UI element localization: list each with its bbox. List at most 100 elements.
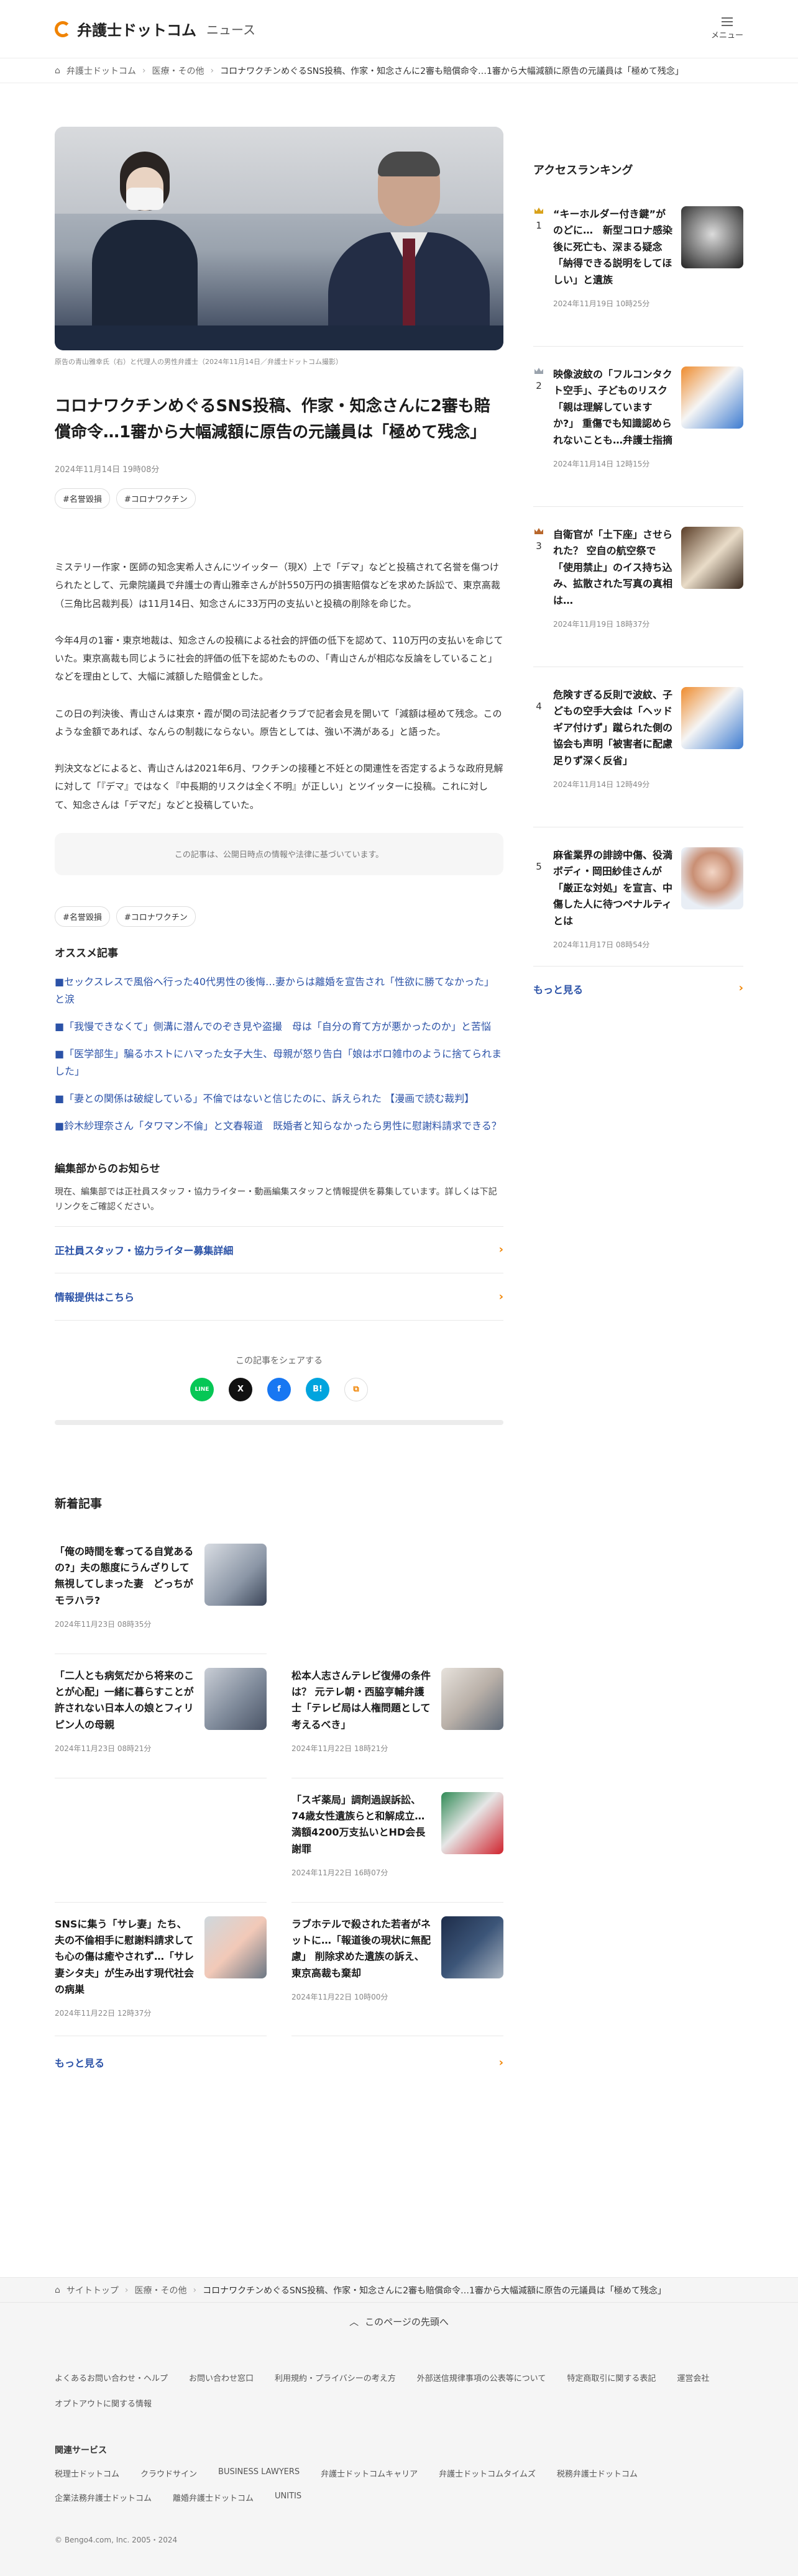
chevron-right-icon: ›: [124, 2285, 129, 2295]
service-link[interactable]: 弁護士ドットコムタイムズ: [439, 2467, 536, 2479]
tag-covid-vaccine[interactable]: #コロナワクチン: [116, 488, 196, 509]
service-link[interactable]: 企業法務弁護士ドットコム: [55, 2492, 152, 2503]
facebook-share-icon[interactable]: f: [267, 1377, 291, 1401]
recommend-link[interactable]: ■セックスレスで風俗へ行った40代男性の後悔…妻からは離婚を宣告され「性欲に勝て…: [55, 973, 503, 1008]
page-top-button[interactable]: ︿ このページの先頭へ: [0, 2302, 798, 2341]
breadcrumb-home[interactable]: 弁護士ドットコム: [66, 65, 136, 77]
more-label: もっと見る: [533, 983, 584, 996]
ranking-date: 2024年11月14日 12時49分: [553, 780, 650, 789]
recruit-link[interactable]: 正社員スタッフ・協力ライター募集詳細 ›: [55, 1226, 503, 1273]
crown-bronze-icon: [534, 528, 543, 534]
new-article-thumbnail: [441, 1916, 503, 1978]
new-article-card[interactable]: ラブホテルで殺された若者がネットに…「報道後の現状に無配慮」 削除求めた遺族の訴…: [291, 1903, 503, 2037]
new-article-card[interactable]: SNSに集う「サレ妻」たち、夫の不倫相手に慰謝料請求しても心の傷は癒やされず…「…: [55, 1903, 267, 2037]
footer-links: よくあるお問い合わせ・ヘルプ お問い合わせ窓口 利用規約・プライバシーの考え方 …: [55, 2372, 745, 2409]
tag-defamation[interactable]: #名誉毀損: [55, 488, 110, 509]
recommend-heading: オススメ記事: [55, 947, 118, 960]
copy-link-icon[interactable]: ⧉: [344, 1377, 368, 1401]
article-paragraph: この日の判決後、青山さんは東京・霞が関の司法記者クラブで記者会見を開いて「減額は…: [55, 708, 502, 737]
new-article-thumbnail: [204, 1667, 267, 1730]
tag-defamation[interactable]: #名誉毀損: [55, 906, 110, 927]
x-share-icon[interactable]: X: [229, 1377, 252, 1401]
image-caption: 原告の青山雅幸氏（右）と代理人の男性弁護士（2024年11月14日／弁護士ドット…: [55, 358, 342, 366]
content-layout: 原告の青山雅幸氏（右）と代理人の男性弁護士（2024年11月14日／弁護士ドット…: [0, 127, 798, 2088]
site-logo[interactable]: 弁護士ドットコム ニュース: [55, 18, 255, 40]
footer-link[interactable]: 運営会社: [677, 2372, 709, 2383]
hatena-share-icon[interactable]: B!: [306, 1377, 329, 1401]
tag-covid-vaccine[interactable]: #コロナワクチン: [116, 906, 196, 927]
ranking-more-link[interactable]: もっと見る ›: [533, 981, 743, 996]
service-link[interactable]: クラウドサイン: [140, 2467, 197, 2479]
menu-button[interactable]: メニュー: [711, 17, 743, 40]
tip-link-label: 情報提供はこちら: [55, 1291, 135, 1304]
new-article-thumbnail: [441, 1667, 503, 1730]
service-link[interactable]: BUSINESS LAWYERS: [218, 2467, 300, 2479]
new-articles-heading: 新着記事: [55, 1496, 103, 1511]
ranking-item[interactable]: 4 危険すぎる反則で波紋、子どもの空手大会は「ヘッドギア付けず」蹴られた側の協会…: [533, 687, 743, 827]
chevron-right-icon: ›: [498, 1243, 503, 1257]
chevron-right-icon: ›: [738, 981, 743, 994]
ranking-title: 自衛官が「土下座」させられた？ 空自の航空祭で「使用禁止」のイス持ち込み、拡散さ…: [553, 529, 673, 606]
recommend-link[interactable]: ■「妻との関係は破綻している」不倫ではないと信じたのに、訴えられた 【漫画で読む…: [55, 1090, 503, 1108]
photo-person-left: [92, 152, 198, 350]
ranking-item[interactable]: 1 “キーホルダー付き鍵”がのどに… 新型コロナ感染後に死亡も、深まる疑念「納得…: [533, 206, 743, 347]
footer-link[interactable]: オプトアウトに関する情報: [55, 2397, 152, 2409]
recommend-link[interactable]: ■鈴木紗理奈さん「タワマン不倫」と文春報道 既婚者と知らなかったら男性に慰謝料請…: [55, 1117, 503, 1135]
breadcrumb-home[interactable]: サイトトップ: [66, 2284, 119, 2296]
new-article-card[interactable]: 「二人とも病気だから将来のことが心配」一緒に暮らすことが許されない日本人の娘とフ…: [55, 1654, 267, 1778]
tip-link[interactable]: 情報提供はこちら ›: [55, 1273, 503, 1321]
footer-link[interactable]: よくあるお問い合わせ・ヘルプ: [55, 2372, 168, 2383]
new-article-card[interactable]: 「俺の時間を奪ってる自覚あるの?」夫の態度にうんざりして無視してしまった妻 どっ…: [55, 1530, 267, 1654]
service-link[interactable]: 離婚弁護士ドットコム: [173, 2492, 254, 2503]
rank-number: 5: [536, 861, 542, 872]
rank-number: 1: [536, 220, 542, 231]
ranking-item[interactable]: 3 自衛官が「土下座」させられた？ 空自の航空祭で「使用禁止」のイス持ち込み、拡…: [533, 527, 743, 667]
line-share-icon[interactable]: LINE: [190, 1377, 214, 1401]
service-link[interactable]: UNITIS: [275, 2492, 301, 2503]
new-article-date: 2024年11月23日 08時35分: [55, 1620, 152, 1629]
article-tags-bottom: #名誉毀損 #コロナワクチン: [55, 906, 503, 927]
new-article-thumbnail: [204, 1543, 267, 1606]
service-link[interactable]: 弁護士ドットコムキャリア: [321, 2467, 418, 2479]
footer-link[interactable]: 特定商取引に関する表記: [567, 2372, 656, 2383]
home-icon: ⌂: [55, 65, 60, 76]
editorial-links: 正社員スタッフ・協力ライター募集詳細 › 情報提供はこちら ›: [55, 1226, 503, 1321]
share-icons: LINE X f B! ⧉: [55, 1377, 503, 1401]
recommend-link[interactable]: ■「我慢できなくて」側溝に潜んでのぞき見や盗撮 母は「自分の育て方が悪かったのか…: [55, 1018, 503, 1035]
breadcrumb-category[interactable]: 医療・その他: [135, 2284, 187, 2296]
ranking-thumbnail: [681, 687, 743, 749]
service-link[interactable]: 税理士ドットコム: [55, 2467, 119, 2479]
article-title: コロナワクチンめぐるSNS投稿、作家・知念さんに2審も賠償命令…1審から大幅減額…: [55, 397, 490, 442]
more-label: もっと見る: [55, 2057, 105, 2070]
crown-gold-icon: [534, 207, 543, 214]
ranking-item[interactable]: 2 映像波紋の「フルコンタクト空手」、子どものリスク「親は理解していますか?」 …: [533, 366, 743, 507]
new-article-card[interactable]: 松本人志さんテレビ復帰の条件は？ 元テレ朝・西脇亨輔弁護士「テレビ局は人権問題と…: [291, 1654, 503, 1778]
article-paragraph: ミステリー作家・医師の知念実希人さんにツイッター（現X）上で「デマ」などと投稿さ…: [55, 562, 500, 609]
new-article-title: 「スギ薬局」調剤過誤訴訟、74歳女性遺族らと和解成立…満額4200万支払いとHD…: [291, 1793, 426, 1855]
page: 弁護士ドットコム ニュース メニュー ⌂ 弁護士ドットコム › 医療・その他 ›…: [0, 0, 798, 2576]
footer-link[interactable]: 外部送信規律事項の公表等について: [417, 2372, 546, 2383]
breadcrumb-category[interactable]: 医療・その他: [152, 65, 204, 77]
ranking-title: 映像波紋の「フルコンタクト空手」、子どものリスク「親は理解していますか?」 重傷…: [553, 368, 673, 446]
service-link[interactable]: 税務弁護士ドットコム: [557, 2467, 638, 2479]
footer-link[interactable]: 利用規約・プライバシーの考え方: [275, 2372, 396, 2383]
ranking-item[interactable]: 5 麻雀業界の誹謗中傷、役満ボディ・岡田紗佳さんが「厳正な対処」を宣言、中傷した…: [533, 847, 743, 967]
article-date: 2024年11月14日 19時08分: [55, 465, 160, 475]
share-label: この記事をシェアする: [236, 1355, 323, 1366]
recommend-link[interactable]: ■「医学部生」騙るホストにハマった女子大生、母親が怒り告白「娘はボロ雑巾のように…: [55, 1045, 503, 1080]
ranking-heading: アクセスランキング: [533, 164, 633, 177]
rank-number: 2: [536, 380, 542, 391]
chevron-right-icon: ›: [210, 65, 214, 76]
new-article-placeholder: [55, 1778, 267, 1903]
site-header: 弁護士ドットコム ニュース メニュー: [0, 0, 798, 58]
section-divider: [55, 1419, 503, 1425]
page-top-label: このページの先頭へ: [365, 2316, 449, 2328]
footer-link[interactable]: お問い合わせ窓口: [189, 2372, 254, 2383]
recruit-link-label: 正社員スタッフ・協力ライター募集詳細: [55, 1244, 234, 1257]
new-articles-more-link[interactable]: もっと見る ›: [55, 2036, 503, 2088]
logo-icon: [55, 20, 71, 37]
article-hero-image: [55, 127, 503, 350]
new-article-card[interactable]: 「スギ薬局」調剤過誤訴訟、74歳女性遺族らと和解成立…満額4200万支払いとHD…: [291, 1778, 503, 1903]
ranking-thumbnail: [681, 527, 743, 589]
rank-number: 3: [536, 540, 542, 552]
